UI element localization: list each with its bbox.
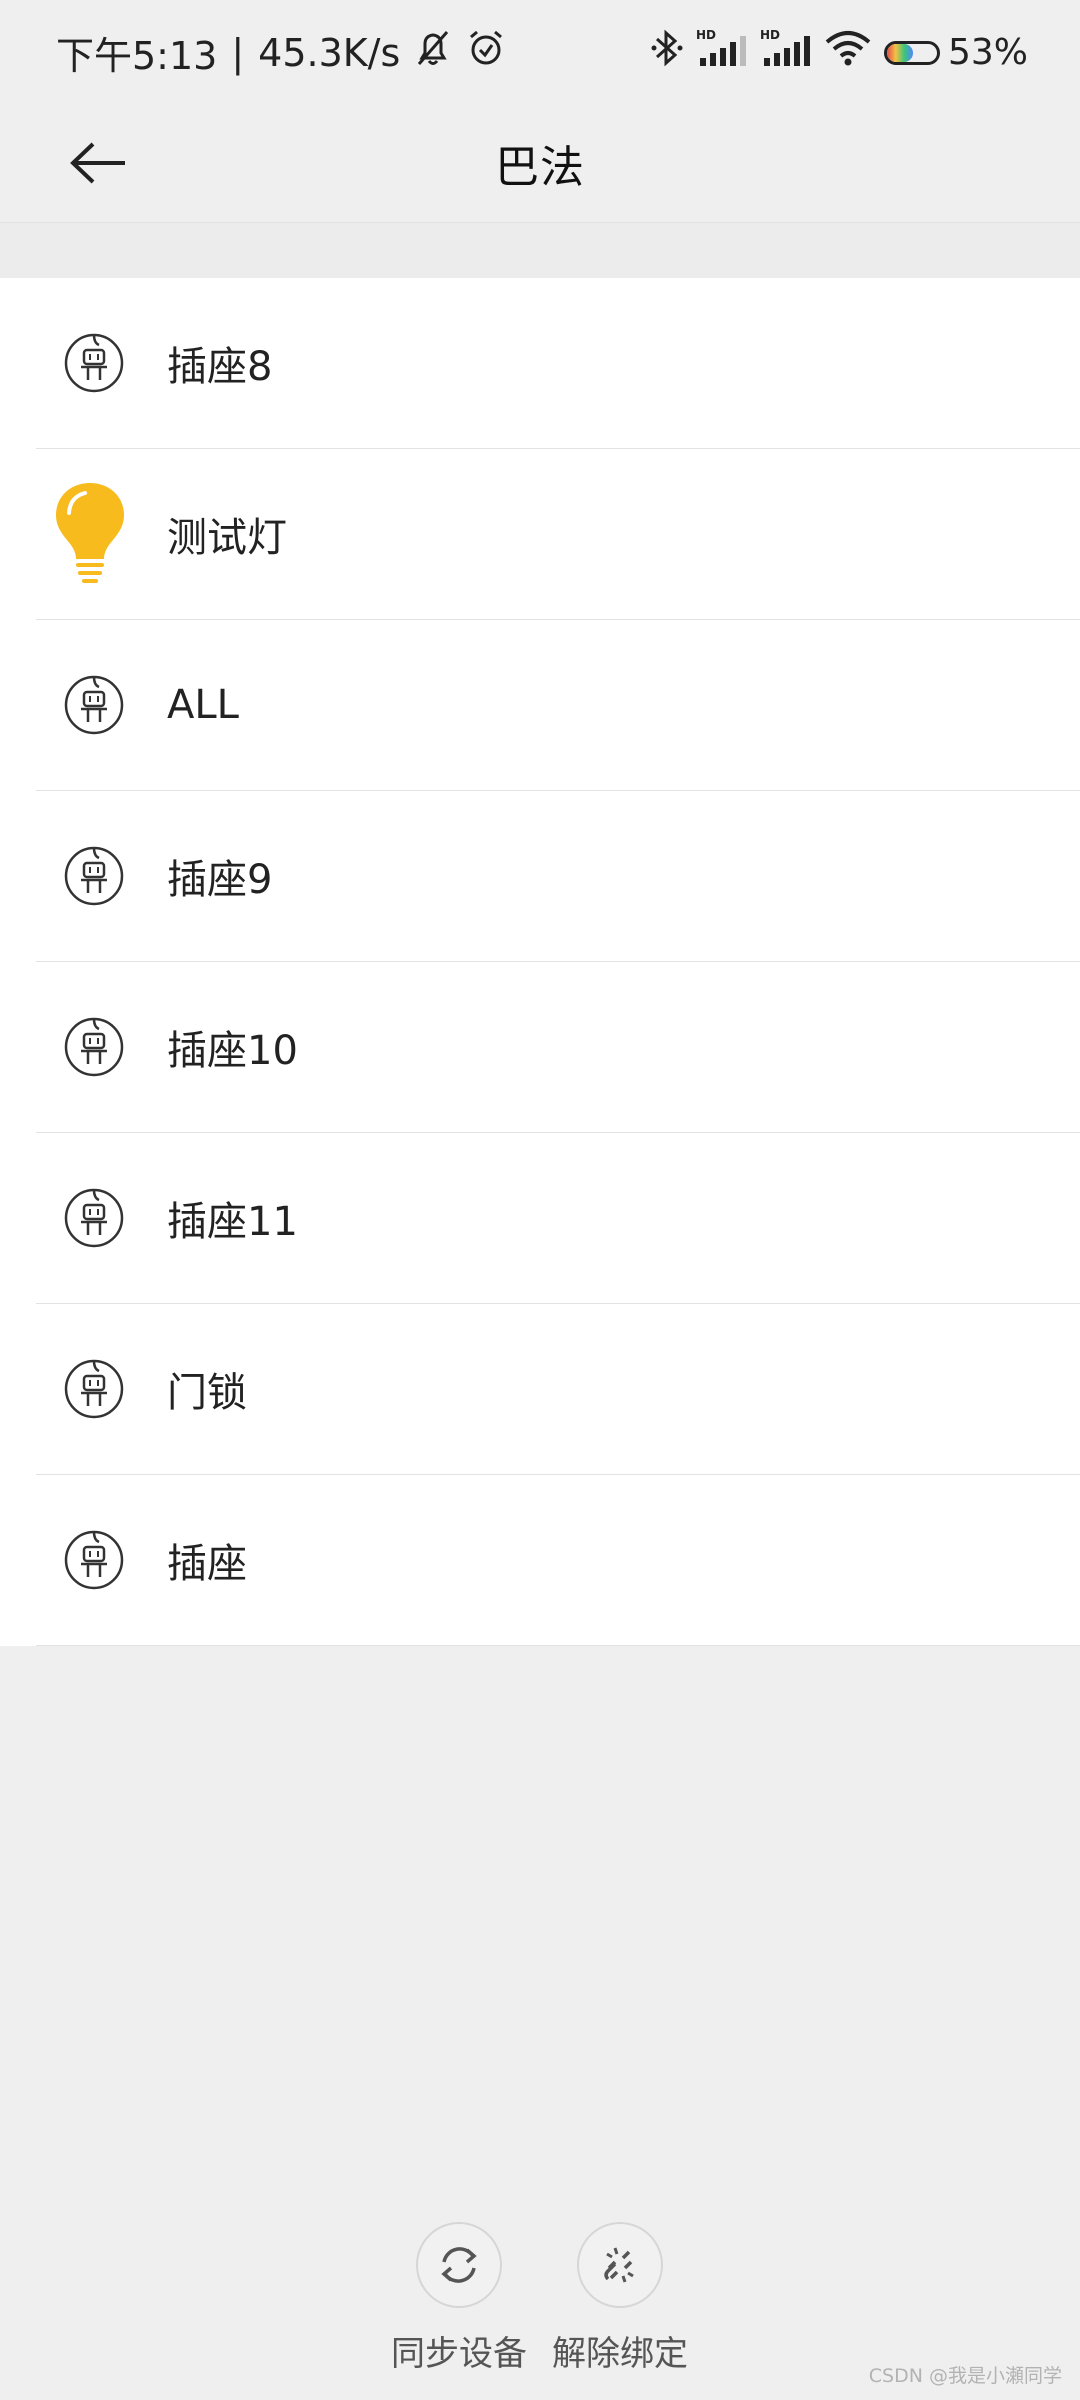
sync-circle[interactable] [416,2222,502,2308]
device-item[interactable]: ALL [36,620,1080,791]
battery-percent: 53% [947,32,1028,73]
page-title: 巴法 [495,141,585,193]
header: 巴法 [0,105,1080,220]
device-label: 插座8 [167,344,273,390]
watermark: CSDN @我是小瀬同学 [868,2365,1062,2387]
sync-icon [441,2247,477,2283]
signal-icon-2: HD [760,28,812,77]
socket-icon [58,1353,130,1425]
device-item[interactable]: 插座11 [36,1133,1080,1304]
back-button[interactable] [64,135,134,191]
socket-icon [58,669,130,741]
unbind-button[interactable]: 解除绑定 [530,2222,710,2375]
socket-icon [58,1182,130,1254]
battery-fill [886,43,914,62]
bell-muted-icon [414,28,452,77]
device-label: 测试灯 [167,515,287,561]
socket-icon [58,1011,130,1083]
status-right: HD HD 53% [650,28,1028,77]
bulb-icon [52,481,128,587]
status-separator: | [231,30,245,75]
wifi-icon [824,28,872,77]
device-item[interactable]: 插座10 [36,962,1080,1133]
device-label: 门锁 [167,1370,247,1416]
device-label: 插座 [167,1541,247,1587]
device-item[interactable]: 测试灯 [36,449,1080,620]
socket-icon [58,327,130,399]
socket-icon [58,840,130,912]
header-divider [0,222,1080,279]
device-item[interactable]: 插座 [36,1475,1080,1646]
hd-label-2: HD [760,28,780,42]
device-item[interactable]: 插座8 [36,278,1080,449]
unbind-label: 解除绑定 [552,2334,688,2374]
status-left: 下午5:13 | 45.3K/s [56,25,506,80]
device-list: 插座8 测试灯 ALL 插座9 插座10 插座11 门锁 插座 [0,278,1080,1646]
device-item[interactable]: 门锁 [36,1304,1080,1475]
unlink-icon [604,2247,634,2283]
unbind-circle[interactable] [577,2222,663,2308]
sync-devices-label: 同步设备 [391,2334,527,2374]
battery-icon [883,40,940,65]
device-label: 插座10 [167,1028,298,1074]
arrow-left-icon [70,142,125,184]
hd-label-1: HD [696,28,716,42]
bluetooth-icon [650,28,684,77]
sync-devices-button[interactable]: 同步设备 [369,2222,549,2375]
signal-icon: HD [696,28,748,77]
device-label: 插座9 [167,857,273,903]
device-item[interactable]: 插座9 [36,791,1080,962]
device-label: 插座11 [167,1199,298,1245]
status-time: 下午5:13 [56,34,218,78]
device-label: ALL [167,682,239,728]
socket-icon [58,1524,130,1596]
alarm-clock-icon [466,28,506,77]
status-bar: 下午5:13 | 45.3K/s HD HD 53% [0,0,1080,105]
battery-indicator: 53% [883,32,1028,73]
network-speed: 45.3K/s [258,30,401,75]
